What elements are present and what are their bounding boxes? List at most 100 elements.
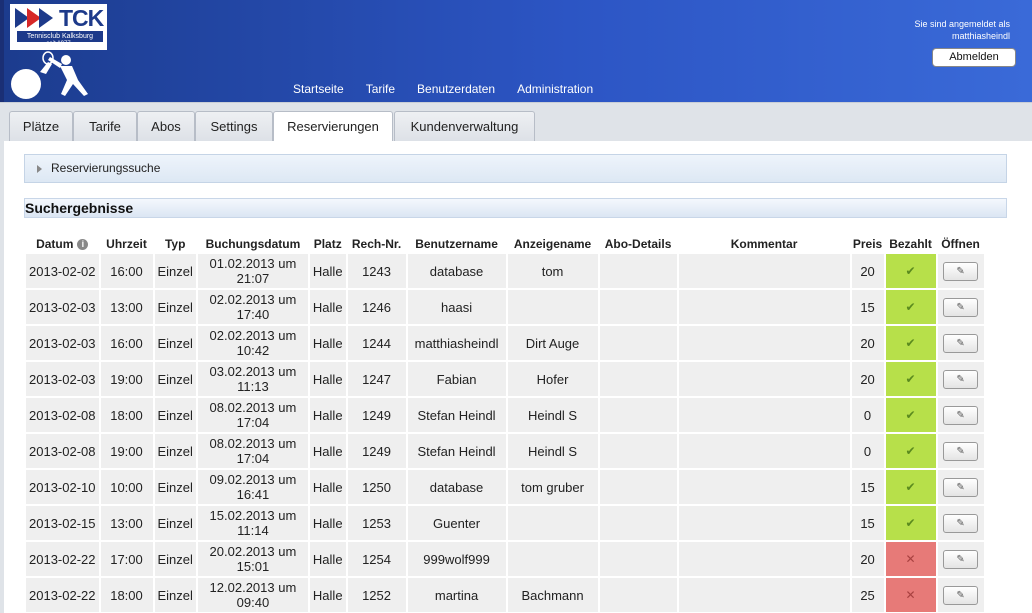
cell-preis: 0 — [851, 434, 884, 468]
tab-plaetze[interactable]: Plätze — [9, 111, 73, 141]
cell-buchungsdatum: 02.02.2013 um 10:42 — [197, 326, 308, 360]
cell-typ: Einzel — [154, 290, 196, 324]
cell-uhrzeit: 13:00 — [100, 290, 153, 324]
cell-kommentar — [678, 506, 850, 540]
column-header[interactable]: Bezahlt — [886, 235, 936, 252]
column-header[interactable]: Platz — [310, 235, 346, 252]
table-row[interactable]: 2013-02-03 13:00 Einzel 02.02.2013 um 17:40… — [26, 290, 984, 324]
paid-check-icon: ✔ — [885, 326, 936, 360]
cell-datum: 2013-02-22 — [26, 578, 99, 612]
cell-platz: Halle — [309, 470, 346, 504]
logout-button[interactable]: Abmelden — [932, 48, 1016, 67]
edit-reservation-button[interactable]: ✎ — [943, 585, 979, 605]
tab-settings[interactable]: Settings — [195, 111, 273, 141]
search-accordion[interactable]: Reservierungssuche — [24, 154, 1007, 183]
cell-anzeigename: Bachmann — [507, 578, 598, 612]
tab-reservierungen[interactable]: Reservierungen — [273, 111, 393, 142]
column-header[interactable]: Uhrzeit — [101, 235, 153, 252]
pencil-icon: ✎ — [956, 589, 965, 601]
cell-buchungsdatum: 03.02.2013 um 11:13 — [197, 362, 308, 396]
cell-datum: 2013-02-22 — [26, 542, 99, 576]
results-table-body: 2013-02-02 16:00 Einzel 01.02.2013 um 21:07… — [26, 254, 984, 612]
cell-abo-details — [599, 470, 677, 504]
cell-uhrzeit: 18:00 — [100, 398, 153, 432]
edit-reservation-button[interactable]: ✎ — [943, 405, 979, 425]
column-header[interactable]: Kommentar — [679, 235, 850, 252]
paid-check-icon: ✔ — [885, 290, 936, 324]
unpaid-cross-icon: ✕ — [885, 542, 936, 576]
site-header: TCK Tennisclub Kalksburg seit 1977 Sie s… — [0, 0, 1032, 102]
tab-tarife[interactable]: Tarife — [73, 111, 137, 141]
cell-anzeigename — [507, 506, 598, 540]
cell-abo-details — [599, 542, 677, 576]
column-header[interactable]: Preis — [852, 235, 884, 252]
cell-typ: Einzel — [154, 326, 196, 360]
edit-reservation-button[interactable]: ✎ — [943, 261, 979, 281]
column-header[interactable]: Rech-Nr. — [348, 235, 406, 252]
cell-datum: 2013-02-03 — [26, 326, 99, 360]
tab-kundenverwaltung[interactable]: Kundenverwaltung — [394, 111, 535, 141]
admin-tabbar: Plätze Tarife Abos Settings Reservierung… — [0, 102, 1032, 142]
edit-reservation-button[interactable]: ✎ — [943, 477, 979, 497]
cell-kommentar — [678, 290, 850, 324]
cell-rechnung: 1249 — [347, 398, 406, 432]
cell-benutzername: Fabian — [407, 362, 506, 396]
table-row[interactable]: 2013-02-10 10:00 Einzel 09.02.2013 um 16:41… — [26, 470, 984, 504]
cell-platz: Halle — [309, 254, 346, 288]
pencil-icon: ✎ — [956, 517, 965, 529]
cell-benutzername: Stefan Heindl — [407, 398, 506, 432]
edit-reservation-button[interactable]: ✎ — [943, 441, 979, 461]
column-header[interactable]: Öffnen — [938, 235, 984, 252]
table-row[interactable]: 2013-02-08 18:00 Einzel 08.02.2013 um 17:04… — [26, 398, 984, 432]
cell-uhrzeit: 13:00 — [100, 506, 153, 540]
cell-platz: Halle — [309, 290, 346, 324]
column-header[interactable]: Anzeigename — [508, 235, 598, 252]
cell-abo-details — [599, 290, 677, 324]
pencil-icon: ✎ — [956, 337, 965, 349]
table-row[interactable]: 2013-02-08 19:00 Einzel 08.02.2013 um 17:04… — [26, 434, 984, 468]
column-header[interactable]: Benutzername — [408, 235, 506, 252]
table-row[interactable]: 2013-02-03 19:00 Einzel 03.02.2013 um 11:13… — [26, 362, 984, 396]
column-header[interactable]: Buchungsdatum — [198, 235, 308, 252]
table-row[interactable]: 2013-02-15 13:00 Einzel 15.02.2013 um 11:14… — [26, 506, 984, 540]
edit-reservation-button[interactable]: ✎ — [943, 549, 979, 569]
logo-since: seit 1977 — [46, 41, 71, 47]
cell-anzeigename: Hofer — [507, 362, 598, 396]
edit-reservation-button[interactable]: ✎ — [943, 333, 979, 353]
column-header[interactable]: Abo-Details — [600, 235, 677, 252]
cell-oeffnen: ✎ — [937, 470, 984, 504]
cell-typ: Einzel — [154, 578, 196, 612]
table-row[interactable]: 2013-02-02 16:00 Einzel 01.02.2013 um 21:07… — [26, 254, 984, 288]
nav-benutzerdaten[interactable]: Benutzerdaten — [417, 82, 495, 96]
nav-tarife[interactable]: Tarife — [366, 82, 395, 96]
edit-reservation-button[interactable]: ✎ — [943, 297, 979, 317]
pencil-icon: ✎ — [956, 553, 965, 565]
table-row[interactable]: 2013-02-03 16:00 Einzel 02.02.2013 um 10:42… — [26, 326, 984, 360]
pencil-icon: ✎ — [956, 265, 965, 277]
pencil-icon: ✎ — [956, 481, 965, 493]
edit-reservation-button[interactable]: ✎ — [943, 369, 979, 389]
results-table: Datum i Uhrzeit Typ Buchungsdatum Platz R… — [24, 233, 986, 613]
cell-benutzername: database — [407, 254, 506, 288]
nav-startseite[interactable]: Startseite — [293, 82, 344, 96]
main-content: Reservierungssuche Suchergebnisse Datum i… — [0, 141, 1032, 613]
login-info: Sie sind angemeldet als matthiasheindl — [914, 18, 1010, 42]
cell-preis: 15 — [851, 290, 884, 324]
info-icon[interactable]: i — [77, 238, 89, 250]
column-header[interactable]: Datum i — [26, 235, 99, 252]
nav-administration[interactable]: Administration — [517, 82, 593, 96]
cell-buchungsdatum: 01.02.2013 um 21:07 — [197, 254, 308, 288]
edit-reservation-button[interactable]: ✎ — [943, 513, 979, 533]
cell-uhrzeit: 18:00 — [100, 578, 153, 612]
cell-oeffnen: ✎ — [937, 434, 984, 468]
table-row[interactable]: 2013-02-22 17:00 Einzel 20.02.2013 um 15:01… — [26, 542, 984, 576]
cell-uhrzeit: 16:00 — [100, 254, 153, 288]
search-accordion-label: Reservierungssuche — [51, 161, 161, 175]
pencil-icon: ✎ — [956, 301, 965, 313]
table-row[interactable]: 2013-02-22 18:00 Einzel 12.02.2013 um 09:40… — [26, 578, 984, 612]
cell-preis: 15 — [851, 506, 884, 540]
tab-abos[interactable]: Abos — [137, 111, 195, 141]
column-header[interactable]: Typ — [155, 235, 196, 252]
cell-preis: 0 — [851, 398, 884, 432]
pencil-icon: ✎ — [956, 445, 965, 457]
